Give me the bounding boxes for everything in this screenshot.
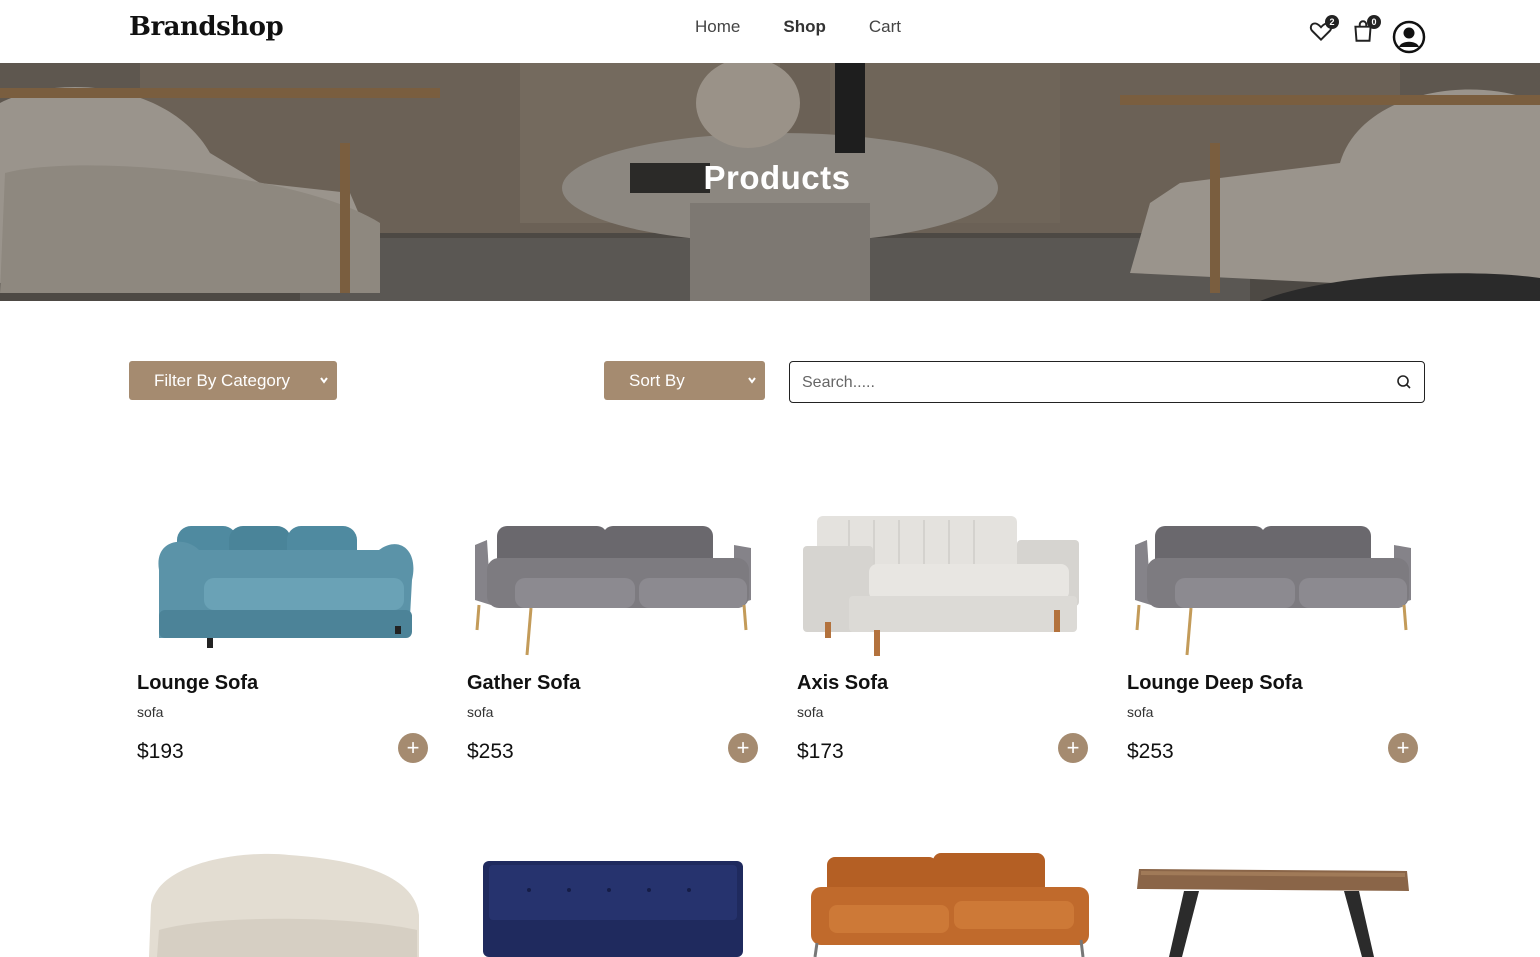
product-category: sofa — [137, 704, 164, 720]
curved-sofa-icon — [149, 853, 419, 957]
cart-count-badge: 0 — [1367, 15, 1381, 29]
search-icon[interactable] — [1396, 374, 1412, 390]
product-name[interactable]: Lounge Sofa — [137, 672, 258, 695]
product-card[interactable] — [459, 845, 759, 957]
site-header: Brandshop Home Shop Cart 2 0 — [0, 0, 1540, 63]
plus-icon: + — [736, 735, 750, 760]
cart-button[interactable]: 0 — [1350, 15, 1381, 46]
sort-select[interactable]: Sort By — [604, 361, 765, 400]
product-name[interactable]: Lounge Deep Sofa — [1127, 672, 1303, 695]
nav-cart[interactable]: Cart — [869, 17, 901, 37]
plus-icon: + — [1396, 735, 1410, 760]
main-nav: Home Shop Cart — [695, 17, 944, 37]
product-name[interactable]: Gather Sofa — [467, 672, 580, 695]
search-input[interactable] — [802, 371, 1362, 395]
wooden-table-icon — [1137, 869, 1409, 957]
product-price: $193 — [137, 740, 184, 763]
plus-icon: + — [1066, 735, 1080, 760]
page-title: Products — [703, 159, 851, 196]
navy-sofa-icon — [483, 861, 743, 957]
product-category: sofa — [797, 704, 824, 720]
account-button[interactable] — [1392, 20, 1426, 54]
add-to-cart-button[interactable]: + — [398, 733, 428, 763]
wishlist-button[interactable]: 2 — [1308, 15, 1339, 46]
category-filter-label: Filter By Category — [154, 370, 291, 390]
nav-shop[interactable]: Shop — [783, 17, 826, 37]
brand-logo[interactable]: Brandshop — [129, 12, 284, 42]
leather-sofa-icon — [811, 853, 1089, 957]
chevron-down-icon — [320, 377, 328, 384]
chevron-down-icon — [748, 377, 756, 384]
product-card[interactable] — [1119, 845, 1419, 957]
add-to-cart-button[interactable]: + — [728, 733, 758, 763]
user-avatar-icon — [1392, 20, 1426, 54]
product-price: $253 — [1127, 740, 1174, 763]
product-card[interactable] — [129, 845, 429, 957]
product-name[interactable]: Axis Sofa — [797, 672, 888, 695]
product-category: sofa — [1127, 704, 1154, 720]
product-price: $253 — [467, 740, 514, 763]
plus-icon: + — [406, 735, 420, 760]
product-category: sofa — [467, 704, 494, 720]
product-card[interactable] — [789, 845, 1089, 957]
sort-label: Sort By — [629, 370, 685, 390]
wishlist-count-badge: 2 — [1325, 15, 1339, 29]
sofa-white-icon — [803, 516, 1079, 656]
add-to-cart-button[interactable]: + — [1388, 733, 1418, 763]
sofa-grey-icon — [475, 526, 751, 656]
sofa-teal-icon — [158, 526, 414, 648]
category-filter-select[interactable]: Filter By Category — [129, 361, 337, 400]
add-to-cart-button[interactable]: + — [1058, 733, 1088, 763]
product-price: $173 — [797, 740, 844, 763]
nav-home[interactable]: Home — [695, 17, 740, 37]
sofa-grey-icon — [1135, 526, 1411, 656]
hero-banner: Products — [0, 63, 1540, 301]
search-box — [789, 361, 1425, 403]
